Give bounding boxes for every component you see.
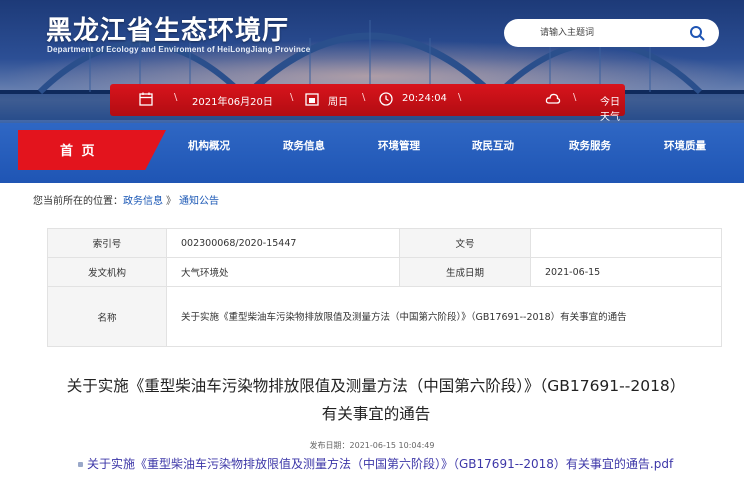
nav-item-jigou[interactable]: 机构概况: [188, 138, 230, 153]
attachment-pdf-link[interactable]: 关于实施《重型柴油车污染物排放限值及测量方法（中国第六阶段）》（GB17691-…: [47, 457, 727, 472]
weather-label: 今日天气: [600, 97, 620, 123]
date-label: 生成日期: [399, 257, 531, 287]
info-separator: \: [174, 92, 178, 103]
search-icon[interactable]: [689, 25, 705, 41]
document-meta-table: 索引号 002300068/2020-15447 文号 发文机构 大气环境处 生…: [47, 228, 722, 347]
date-value: 2021-06-15: [530, 257, 722, 287]
calendar-icon: [139, 92, 153, 106]
breadcrumb: 您当前所在的位置：政务信息》通知公告: [33, 192, 219, 207]
index-label: 索引号: [47, 228, 167, 258]
nav-home-label[interactable]: 首 页: [60, 140, 97, 159]
article-title: 关于实施《重型柴油车污染物排放限值及测量方法（中国第六阶段）》（GB17691-…: [66, 377, 686, 423]
date-weather-bar: \ 2021年06月20日 \ 周日 \ 20:24:04 \ \ 今日天气: [110, 84, 625, 123]
breadcrumb-link-notice[interactable]: 通知公告: [179, 196, 219, 207]
table-row: 索引号 002300068/2020-15447 文号: [47, 228, 722, 258]
search-input[interactable]: [540, 25, 680, 41]
site-subtitle: Department of Ecology and Enviroment of …: [47, 45, 311, 54]
current-time: 20:24:04: [402, 93, 447, 104]
clock-icon: [379, 92, 393, 106]
publish-time: 发布日期：2021-06-15 10:04:49: [309, 441, 435, 450]
breadcrumb-link-zhengwu[interactable]: 政务信息: [123, 196, 163, 207]
nav-item-zhengwu-fuwu[interactable]: 政务服务: [569, 138, 611, 153]
current-weekday: 周日: [328, 97, 348, 108]
issuer-value: 大气环境处: [166, 257, 400, 287]
docno-label: 文号: [399, 228, 531, 258]
site-title: 黑龙江省生态环境厅: [46, 16, 290, 46]
table-row: 发文机构 大气环境处 生成日期 2021-06-15: [47, 257, 722, 287]
name-label: 名称: [47, 286, 167, 347]
cloud-weather-icon: [545, 93, 561, 104]
current-date: 2021年06月20日: [192, 97, 273, 108]
nav-item-huanjing-zhiliang[interactable]: 环境质量: [664, 138, 706, 153]
search-box: [504, 19, 719, 47]
info-separator: \: [458, 92, 462, 103]
index-value: 002300068/2020-15447: [166, 228, 400, 258]
nav-item-huanjing-guanli[interactable]: 环境管理: [378, 138, 420, 153]
nav-item-zhengmin[interactable]: 政民互动: [472, 138, 514, 153]
info-separator: \: [290, 92, 294, 103]
breadcrumb-separator: 》: [166, 196, 176, 207]
name-value: 关于实施《重型柴油车污染物排放限值及测量方法（中国第六阶段）》（GB17691-…: [166, 286, 722, 347]
issuer-label: 发文机构: [47, 257, 167, 287]
nav-item-zhengwu[interactable]: 政务信息: [283, 138, 325, 153]
info-separator: \: [573, 92, 577, 103]
breadcrumb-prefix: 您当前所在的位置：: [33, 196, 123, 207]
info-separator: \: [362, 92, 366, 103]
docno-value: [530, 228, 722, 258]
calendar-day-icon: [305, 93, 319, 106]
table-row: 名称 关于实施《重型柴油车污染物排放限值及测量方法（中国第六阶段）》（GB176…: [47, 286, 722, 347]
